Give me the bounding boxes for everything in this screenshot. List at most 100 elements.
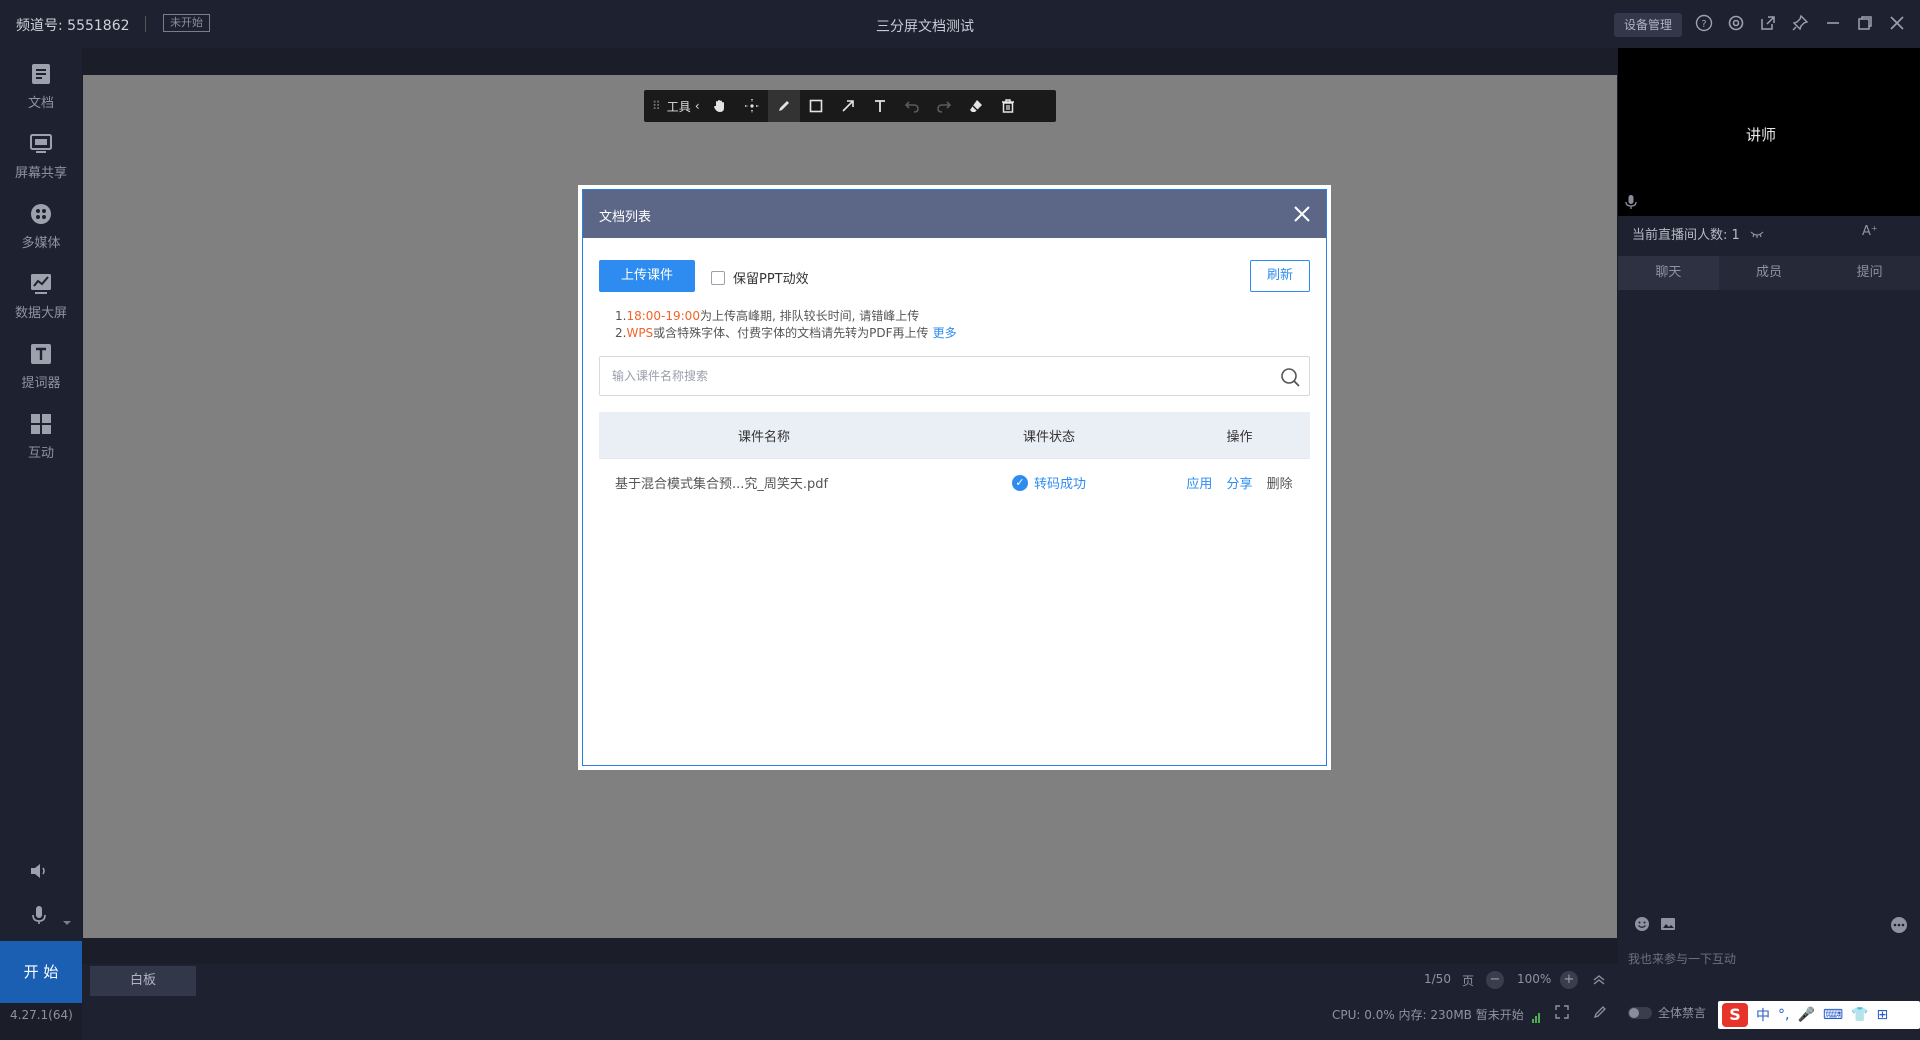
eye-closed-icon[interactable] bbox=[1750, 228, 1764, 243]
chat-input[interactable]: 我也来参与一下互动 bbox=[1628, 950, 1736, 967]
note-line-2: 2.WPS或含特殊字体、付费字体的文档请先转为PDF再上传 更多 bbox=[615, 325, 957, 342]
edit-icon[interactable] bbox=[1592, 1004, 1608, 1024]
refresh-button[interactable]: 刷新 bbox=[1250, 260, 1310, 292]
more-link[interactable]: 更多 bbox=[933, 326, 957, 340]
note-highlight: WPS bbox=[626, 326, 654, 340]
sidebar-item-interaction[interactable]: 互动 bbox=[0, 402, 82, 466]
status-text: 转码成功 bbox=[1033, 477, 1086, 492]
document-icon bbox=[29, 62, 53, 86]
settings-icon[interactable] bbox=[1726, 14, 1746, 34]
image-icon[interactable] bbox=[1660, 916, 1676, 936]
checkbox-box[interactable] bbox=[711, 270, 725, 285]
viewer-count-text: 当前直播间人数: 1 bbox=[1632, 228, 1740, 243]
sidebar-item-screen-share[interactable]: 屏幕共享 bbox=[0, 122, 82, 186]
row-operations: 应用 分享 删除 bbox=[1169, 473, 1310, 492]
interaction-icon bbox=[29, 412, 53, 436]
search-input[interactable] bbox=[600, 357, 1260, 395]
page-indicator: 1/50 bbox=[1424, 972, 1451, 986]
courseware-name: 基于混合模式集合预...究_周笑天.pdf bbox=[615, 477, 829, 492]
redo-icon[interactable] bbox=[928, 90, 960, 122]
sidebar-item-multimedia[interactable]: 多媒体 bbox=[0, 192, 82, 256]
dialog-frame: 文档列表 上传课件 保留PPT动效 刷新 1.18:00-19:00为上传高峰期… bbox=[582, 189, 1327, 766]
close-icon[interactable] bbox=[1290, 202, 1314, 226]
window-title: 三分屏文档测试 bbox=[876, 19, 974, 35]
ime-language[interactable]: 中 bbox=[1756, 1005, 1770, 1025]
undo-icon[interactable] bbox=[896, 90, 928, 122]
note-line-1: 1.18:00-19:00为上传高峰期, 排队较长时间, 请错峰上传 bbox=[615, 308, 957, 325]
note-text: 或含特殊字体、付费字体的文档请先转为PDF再上传 bbox=[653, 326, 929, 340]
tab-questions[interactable]: 提问 bbox=[1819, 256, 1920, 290]
chevron-up-icon[interactable] bbox=[1592, 972, 1606, 991]
sidebar-item-label: 文档 bbox=[27, 96, 54, 111]
sidebar-item-label: 屏幕共享 bbox=[14, 166, 67, 181]
courseware-table: 课件名称 课件状态 操作 基于混合模式集合预...究_周笑天.pdf ✓ 转码成… bbox=[599, 412, 1310, 506]
device-management-button[interactable]: 设备管理 bbox=[1614, 13, 1683, 37]
pin-icon[interactable] bbox=[1790, 14, 1810, 34]
dialog-title: 文档列表 bbox=[599, 210, 652, 225]
checkbox-label: 保留PPT动效 bbox=[733, 272, 809, 287]
check-circle-icon: ✓ bbox=[1011, 474, 1028, 491]
search-icon[interactable] bbox=[1279, 366, 1301, 388]
trash-icon[interactable] bbox=[992, 90, 1024, 122]
apply-link[interactable]: 应用 bbox=[1186, 477, 1212, 492]
maximize-icon[interactable] bbox=[1855, 14, 1875, 34]
share-link[interactable]: 分享 bbox=[1226, 477, 1252, 492]
signal-icon bbox=[1531, 1009, 1541, 1023]
status-success: ✓ 转码成功 bbox=[1011, 473, 1086, 492]
ime-logo-icon[interactable]: S bbox=[1722, 1003, 1748, 1027]
tab-members[interactable]: 成员 bbox=[1719, 256, 1820, 290]
chat-toolbar bbox=[1634, 914, 1914, 936]
microphone-icon[interactable] bbox=[28, 904, 52, 928]
upload-courseware-button[interactable]: 上传课件 bbox=[599, 260, 695, 292]
eraser-icon[interactable] bbox=[960, 90, 992, 122]
tab-whiteboard[interactable]: 白板 bbox=[90, 966, 196, 996]
column-header-name: 课件名称 bbox=[737, 429, 790, 445]
sidebar-item-label: 互动 bbox=[27, 446, 54, 461]
chevron-down-icon[interactable] bbox=[62, 912, 72, 931]
ime-keyboard-icon[interactable]: ⌨ bbox=[1823, 1007, 1843, 1023]
version-label: 4.27.1(64) bbox=[10, 1008, 73, 1022]
laser-pointer-icon[interactable] bbox=[736, 90, 768, 122]
emoji-icon[interactable] bbox=[1634, 916, 1650, 936]
ime-toolbar: S 中 °, 🎤 ⌨ 👕 ⊞ bbox=[1718, 1001, 1920, 1029]
document-list-dialog: 文档列表 上传课件 保留PPT动效 刷新 1.18:00-19:00为上传高峰期… bbox=[578, 185, 1331, 770]
rectangle-icon[interactable] bbox=[800, 90, 832, 122]
arrow-icon[interactable] bbox=[832, 90, 864, 122]
delete-link[interactable]: 删除 bbox=[1267, 477, 1293, 492]
screen-share-icon bbox=[29, 132, 53, 156]
upload-notes: 1.18:00-19:00为上传高峰期, 排队较长时间, 请错峰上传 2.WPS… bbox=[615, 308, 957, 342]
hand-icon[interactable] bbox=[704, 90, 736, 122]
drag-handle-icon[interactable]: ⠿ bbox=[652, 99, 661, 113]
help-icon[interactable]: ? bbox=[1694, 14, 1714, 34]
mute-all-toggle[interactable]: 全体禁言 bbox=[1628, 1004, 1706, 1021]
pen-icon[interactable] bbox=[767, 90, 800, 122]
minimize-icon[interactable] bbox=[1823, 14, 1843, 34]
speaker-icon[interactable] bbox=[28, 860, 52, 884]
table-header: 课件名称 课件状态 操作 bbox=[599, 412, 1310, 458]
sidebar-item-data-screen[interactable]: 数据大屏 bbox=[0, 262, 82, 326]
zoom-in-button[interactable]: + bbox=[1560, 971, 1578, 989]
close-icon[interactable] bbox=[1887, 14, 1907, 34]
toggle-switch[interactable] bbox=[1628, 1006, 1652, 1019]
page-unit-label: 页 bbox=[1462, 974, 1475, 988]
ime-menu-icon[interactable]: ⊞ bbox=[1877, 1007, 1889, 1023]
zoom-out-button[interactable]: − bbox=[1486, 971, 1504, 989]
sidebar-item-teleprompter[interactable]: 提词器 bbox=[0, 332, 82, 396]
sidebar-item-document[interactable]: 文档 bbox=[0, 52, 82, 116]
text-icon[interactable] bbox=[864, 90, 896, 122]
note-prefix: 1. bbox=[615, 309, 627, 323]
font-size-button[interactable]: A⁺ bbox=[1862, 224, 1878, 239]
table-row: 基于混合模式集合预...究_周笑天.pdf ✓ 转码成功 应用 分享 删除 bbox=[599, 458, 1310, 506]
mute-all-label: 全体禁言 bbox=[1658, 1006, 1707, 1020]
start-button[interactable]: 开 始 bbox=[0, 941, 82, 1003]
system-status: CPU: 0.0% 内存: 230MB 暂未开始 bbox=[1332, 1006, 1541, 1023]
ime-punctuation[interactable]: °, bbox=[1778, 1007, 1789, 1023]
keep-ppt-animation-checkbox[interactable]: 保留PPT动效 bbox=[711, 268, 809, 287]
ime-skin-icon[interactable]: 👕 bbox=[1851, 1007, 1868, 1023]
ime-voice-icon[interactable]: 🎤 bbox=[1797, 1007, 1814, 1023]
collapse-chevron-icon[interactable]: ‹ bbox=[695, 99, 700, 113]
tab-chat[interactable]: 聊天 bbox=[1618, 256, 1719, 290]
more-icon[interactable] bbox=[1890, 916, 1908, 938]
popout-icon[interactable] bbox=[1758, 14, 1778, 34]
fullscreen-icon[interactable] bbox=[1554, 1004, 1570, 1024]
